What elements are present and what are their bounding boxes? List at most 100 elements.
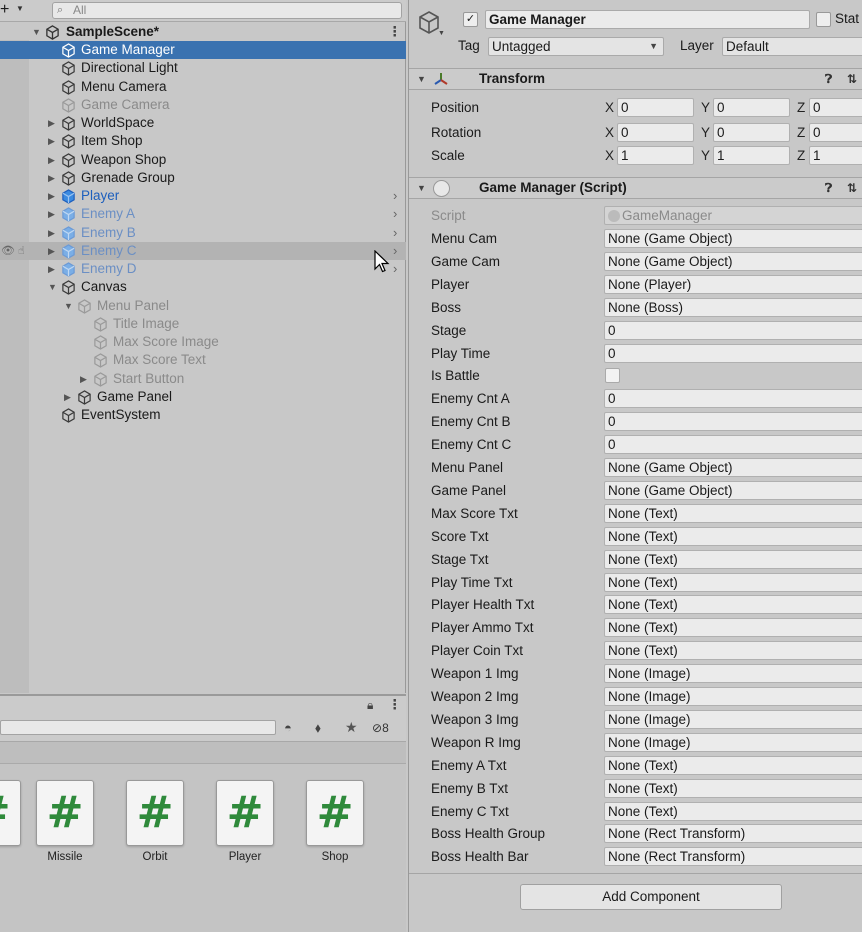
hierarchy-item[interactable]: Max Score Image <box>0 333 406 351</box>
field-value[interactable]: None (Rect Transform) <box>604 847 862 867</box>
hierarchy-item[interactable]: ▶ Enemy D › <box>0 260 406 278</box>
more-options-icon[interactable]: ⋮ <box>388 697 402 713</box>
settings-icon[interactable]: ⇅ <box>847 69 857 89</box>
collapse-arrow-icon[interactable]: ▼ <box>417 178 426 198</box>
field-value[interactable]: None (Image) <box>604 664 862 684</box>
expand-arrow-icon[interactable]: ▶ <box>48 242 58 260</box>
hierarchy-item[interactable]: ▶ Start Button <box>0 370 406 388</box>
field-value[interactable]: None (Text) <box>604 572 862 592</box>
hierarchy-item[interactable]: ▶ Item Shop <box>0 132 406 150</box>
open-prefab-chevron-icon[interactable]: › <box>393 224 397 242</box>
expand-arrow-icon[interactable]: ▶ <box>48 224 58 242</box>
vector-x-field[interactable]: X0 <box>605 121 700 144</box>
field-value[interactable]: None (Game Object) <box>604 229 862 248</box>
open-prefab-chevron-icon[interactable]: › <box>393 187 397 205</box>
collapse-arrow-icon[interactable]: ▼ <box>48 278 58 296</box>
y-value[interactable]: 0 <box>713 123 790 142</box>
y-value[interactable]: 0 <box>713 98 790 117</box>
vector-y-field[interactable]: Y0 <box>701 96 796 119</box>
tag-dropdown[interactable]: Untagged ▼ <box>488 37 664 56</box>
hierarchy-item[interactable]: Game Camera <box>0 96 406 114</box>
hierarchy-item[interactable]: ▶ WorldSpace <box>0 114 406 132</box>
script-component-header[interactable]: ▼ Game Manager (Script) ❓︎ ⇅ <box>409 177 862 199</box>
vector-x-field[interactable]: X0 <box>605 96 700 119</box>
vector-y-field[interactable]: Y0 <box>701 121 796 144</box>
hierarchy-item[interactable]: ▶ Game Panel <box>0 388 406 406</box>
filter-by-label-icon[interactable]: ⬧ <box>315 720 321 736</box>
hierarchy-item[interactable]: Max Score Text <box>0 351 406 369</box>
field-value[interactable]: None (Image) <box>604 687 862 706</box>
is-battle-checkbox[interactable] <box>605 368 620 384</box>
z-value[interactable]: 0 <box>809 123 862 142</box>
x-value[interactable]: 0 <box>617 98 694 117</box>
field-value[interactable]: None (Text) <box>604 618 862 638</box>
script-asset[interactable]: # Missile <box>25 780 105 863</box>
hidden-packages-icon[interactable]: ⊘8 <box>372 721 389 735</box>
expand-arrow-icon[interactable]: ▶ <box>64 388 74 406</box>
field-value[interactable]: None (Game Object) <box>604 251 862 271</box>
vector-z-field[interactable]: Z0 <box>797 96 862 119</box>
field-value[interactable]: None (Player) <box>604 274 862 294</box>
z-value[interactable]: 0 <box>809 98 862 117</box>
hierarchy-item[interactable]: Directional Light <box>0 59 406 77</box>
field-value[interactable]: 0 <box>604 343 862 363</box>
active-checkbox[interactable]: ✓ <box>463 12 478 27</box>
hierarchy-item[interactable]: ▶ Weapon Shop <box>0 151 406 169</box>
x-value[interactable]: 0 <box>617 123 694 142</box>
field-value[interactable]: None (Text) <box>604 801 862 821</box>
field-value[interactable]: None (Text) <box>604 755 862 775</box>
scene-row[interactable]: ▼ SampleScene* ⋮ <box>0 23 406 41</box>
create-button[interactable]: + <box>0 1 9 19</box>
hierarchy-item[interactable]: ▼ Menu Panel <box>0 297 406 315</box>
field-value[interactable]: None (Game Object) <box>604 480 862 500</box>
open-prefab-chevron-icon[interactable]: › <box>393 205 397 223</box>
expand-arrow-icon[interactable]: ▶ <box>48 114 58 132</box>
hierarchy-item[interactable]: Menu Camera <box>0 78 406 96</box>
chevron-down-icon[interactable]: ▼ <box>16 4 24 13</box>
settings-icon[interactable]: ⇅ <box>847 178 857 198</box>
script-asset[interactable]: # Orbit <box>115 780 195 863</box>
favorites-star-icon[interactable]: ★ <box>345 719 358 736</box>
field-value[interactable]: None (Text) <box>604 641 862 661</box>
hierarchy-item[interactable]: ▶ Player › <box>0 187 406 205</box>
script-asset[interactable]: # Shop <box>295 780 375 863</box>
collapse-arrow-icon[interactable]: ▼ <box>417 69 426 89</box>
vector-z-field[interactable]: Z0 <box>797 121 862 144</box>
help-icon[interactable]: ❓︎ <box>825 178 832 198</box>
script-asset[interactable]: # Player <box>205 780 285 863</box>
field-value[interactable]: 0 <box>604 320 862 340</box>
chevron-down-icon[interactable]: ▼ <box>438 30 445 37</box>
field-value[interactable]: None (Image) <box>604 709 862 729</box>
hierarchy-item[interactable]: ▶ Enemy A › <box>0 205 406 223</box>
field-value[interactable]: 0 <box>604 435 862 455</box>
visibility-toggle-icon[interactable]: 👁︎ ☝︎ <box>1 242 25 260</box>
field-value[interactable]: None (Rect Transform) <box>604 824 862 844</box>
hierarchy-search-input[interactable]: ⌕ All <box>52 2 402 19</box>
collapse-arrow-icon[interactable]: ▼ <box>32 23 42 41</box>
x-value[interactable]: 1 <box>617 146 694 165</box>
add-component-button[interactable]: Add Component <box>520 884 782 910</box>
hierarchy-item[interactable]: EventSystem <box>0 406 406 424</box>
field-value[interactable]: None (Image) <box>604 732 862 752</box>
hierarchy-item[interactable]: ▶ Enemy B › <box>0 224 406 242</box>
field-value[interactable]: None (Text) <box>604 526 862 546</box>
field-value[interactable]: None (Boss) <box>604 297 862 317</box>
filter-by-type-icon[interactable]: ◓ <box>284 720 292 735</box>
project-search-input[interactable] <box>0 720 276 735</box>
field-value[interactable]: None (Text) <box>604 549 862 569</box>
vector-z-field[interactable]: Z1 <box>797 144 862 167</box>
lock-icon[interactable]: 🔒︎ <box>367 698 373 713</box>
hierarchy-item[interactable]: Game Manager <box>0 41 406 59</box>
field-value[interactable]: None (Text) <box>604 778 862 798</box>
vector-x-field[interactable]: X1 <box>605 144 700 167</box>
more-options-icon[interactable]: ⋮ <box>388 23 402 41</box>
expand-arrow-icon[interactable]: ▶ <box>48 169 58 187</box>
static-checkbox[interactable] <box>816 12 831 27</box>
open-prefab-chevron-icon[interactable]: › <box>393 260 397 278</box>
transform-header[interactable]: ▼ Transform ❓︎ ⇅ <box>409 68 862 90</box>
field-value[interactable]: None (Game Object) <box>604 458 862 477</box>
expand-arrow-icon[interactable]: ▶ <box>48 187 58 205</box>
expand-arrow-icon[interactable]: ▶ <box>48 151 58 169</box>
expand-arrow-icon[interactable]: ▶ <box>48 205 58 223</box>
expand-arrow-icon[interactable]: ▶ <box>48 132 58 150</box>
